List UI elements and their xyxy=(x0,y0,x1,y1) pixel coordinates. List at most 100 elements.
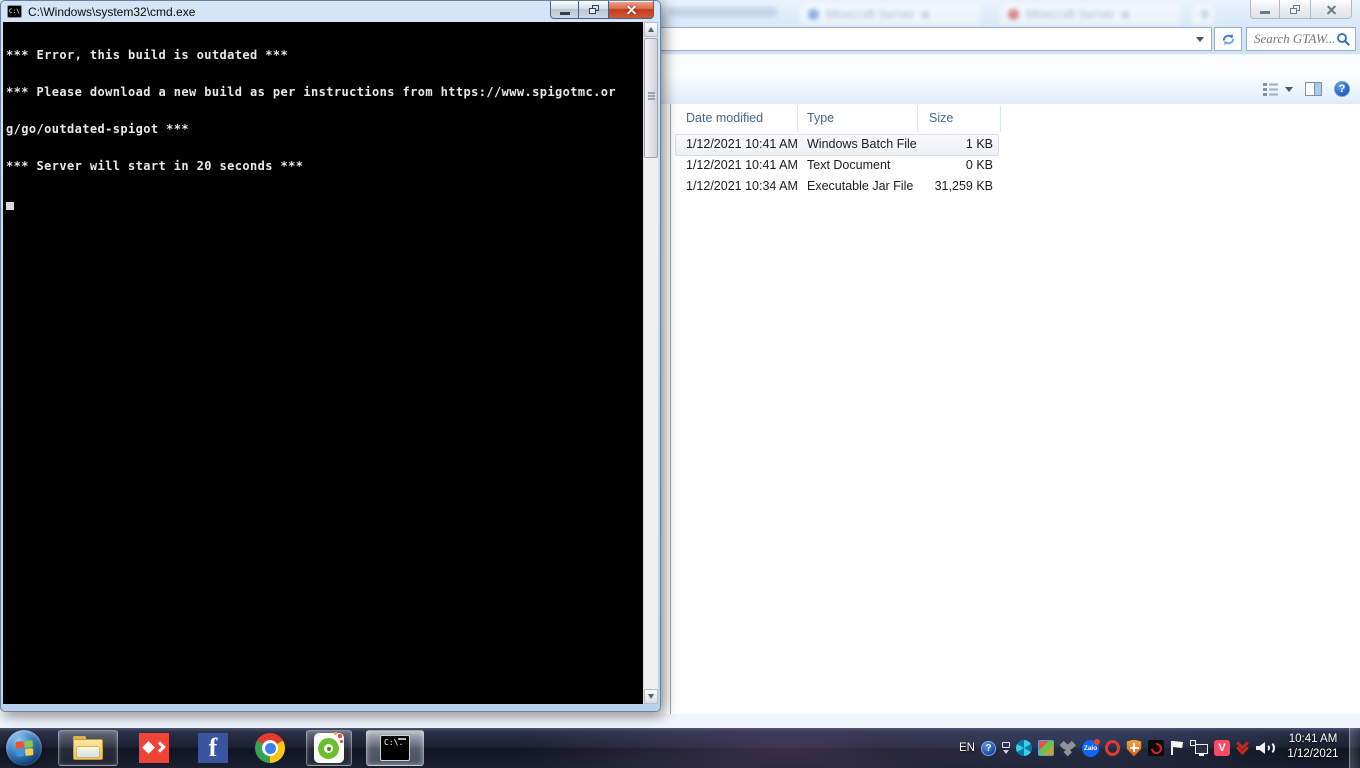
column-header-size[interactable]: Size xyxy=(929,111,953,125)
cmd-window: C:\. C:\Windows\system32\cmd.exe *** Err… xyxy=(0,0,661,712)
search-icon[interactable] xyxy=(1336,32,1350,46)
v-logo-text: V xyxy=(1218,742,1226,754)
taskbar-pinned-facebook[interactable]: f xyxy=(197,732,229,764)
minimize-button[interactable] xyxy=(1250,0,1280,19)
action-center-flag-icon[interactable] xyxy=(1170,740,1184,756)
game-app-tray-icon[interactable] xyxy=(1038,740,1054,756)
address-dropdown-button[interactable] xyxy=(1189,28,1211,50)
cmd-icon: C:\. xyxy=(380,735,410,761)
console-line: *** Please download a new build as per i… xyxy=(6,85,616,100)
restore-button[interactable] xyxy=(1280,0,1310,19)
zalo-logo-text: Zalo xyxy=(1083,744,1098,752)
search-box[interactable] xyxy=(1246,27,1356,51)
preview-pane-button[interactable] xyxy=(1305,82,1322,96)
cmd-window-title: C:\Windows\system32\cmd.exe xyxy=(28,4,196,19)
cmd-console[interactable]: *** Error, this build is outdated *** **… xyxy=(3,22,658,704)
zalo-tray-icon[interactable]: Zalo xyxy=(1082,738,1100,757)
console-output: *** Error, this build is outdated *** **… xyxy=(3,22,643,704)
garena-tray-icon[interactable] xyxy=(1148,740,1164,756)
restore-button[interactable] xyxy=(579,1,608,19)
cmd-icon: C:\. xyxy=(7,5,22,18)
question-mark-icon: ? xyxy=(985,742,992,754)
file-size: 0 KB xyxy=(965,158,993,172)
antivirus-shield-tray-icon[interactable] xyxy=(1126,739,1142,757)
opera-tray-icon[interactable] xyxy=(1105,740,1120,756)
taskbar-clock[interactable]: 10:41 AM 1/12/2021 xyxy=(1280,732,1346,762)
arrow-up-icon xyxy=(648,27,654,32)
chevron-down-icon xyxy=(1196,36,1204,42)
close-button[interactable] xyxy=(1310,0,1352,19)
change-view-button[interactable] xyxy=(1262,82,1293,97)
restore-icon xyxy=(1290,4,1300,14)
network-tray-icon[interactable] xyxy=(1190,740,1208,756)
thumb-grip-icon xyxy=(648,92,655,94)
view-list-icon xyxy=(1263,82,1278,96)
taskbar-pinned-red-media-app[interactable] xyxy=(138,732,170,764)
column-separator[interactable] xyxy=(917,106,918,132)
scrollbar-thumb[interactable] xyxy=(644,38,658,158)
scroll-down-button[interactable] xyxy=(644,689,658,704)
minimize-icon xyxy=(559,11,570,15)
table-row[interactable]: 1/12/2021 10:34 AM Executable Jar File 3… xyxy=(671,176,1360,197)
help-icon: ? xyxy=(1338,83,1346,95)
volume-icon[interactable] xyxy=(1256,740,1275,756)
language-indicator[interactable]: EN xyxy=(959,742,975,754)
close-icon xyxy=(626,4,637,15)
column-header-date-modified[interactable]: Date modified xyxy=(686,111,763,125)
red-chevron-app-tray-icon[interactable] xyxy=(1236,737,1250,756)
column-separator[interactable] xyxy=(1000,106,1001,132)
cmd-scrollbar[interactable] xyxy=(643,22,658,704)
show-desktop-button[interactable] xyxy=(1349,728,1360,768)
restore-icon xyxy=(588,5,599,14)
file-date: 1/12/2021 10:41 AM xyxy=(686,158,798,172)
column-header-type[interactable]: Type xyxy=(807,111,834,125)
file-date: 1/12/2021 10:41 AM xyxy=(686,137,798,151)
notification-dot xyxy=(1094,738,1100,745)
explorer-caption-buttons xyxy=(1250,0,1352,19)
desktop: Minecraft Server Minecraft Server Search… xyxy=(0,0,1360,768)
window-icon xyxy=(1002,742,1010,748)
file-list: 1/12/2021 10:41 AM Windows Batch File 1 … xyxy=(671,134,1360,197)
help-tray-icon[interactable]: ? xyxy=(981,740,996,756)
coccoc-browser-icon xyxy=(314,732,344,763)
tab-favicon-red xyxy=(1008,8,1019,20)
start-button[interactable] xyxy=(6,730,42,766)
system-tray: EN ? Zalo V xyxy=(959,728,1275,768)
tab-close-icon xyxy=(1121,10,1130,19)
refresh-icon xyxy=(1222,33,1234,45)
explorer-footer xyxy=(0,714,1360,728)
taskbar-button-cmd-active[interactable]: C:\. xyxy=(366,730,424,766)
taskbar-button-coccoc-browser[interactable] xyxy=(306,730,352,766)
tab-favicon-blue xyxy=(808,8,819,20)
plus-icon xyxy=(1200,9,1209,19)
new-tab-button xyxy=(1192,3,1214,25)
close-button[interactable] xyxy=(608,1,654,19)
v-app-tray-icon[interactable]: V xyxy=(1214,740,1230,756)
minimize-button[interactable] xyxy=(550,1,579,19)
help-button[interactable]: ? xyxy=(1334,81,1350,97)
fan-utility-tray-icon[interactable] xyxy=(1016,740,1032,756)
file-type: Executable Jar File xyxy=(807,179,914,193)
file-size: 1 KB xyxy=(965,137,993,151)
browser-tab-1: Minecraft Server xyxy=(800,3,980,25)
show-hidden-icons-button[interactable] xyxy=(1002,742,1010,754)
file-date: 1/12/2021 10:34 AM xyxy=(686,179,798,193)
table-row[interactable]: 1/12/2021 10:41 AM Text Document 0 KB xyxy=(671,155,1360,176)
console-line: *** Error, this build is outdated *** xyxy=(6,47,289,62)
folder-icon xyxy=(73,736,103,760)
file-size: 31,259 KB xyxy=(934,179,993,193)
close-icon xyxy=(1326,4,1337,15)
dropbox-tray-icon[interactable] xyxy=(1059,740,1076,756)
chrome-icon xyxy=(255,733,285,763)
refresh-button[interactable] xyxy=(1214,27,1242,51)
column-separator[interactable] xyxy=(797,106,798,132)
clock-time: 10:41 AM xyxy=(1288,733,1338,745)
taskbar-button-explorer[interactable] xyxy=(58,730,118,766)
taskbar-pinned-chrome[interactable] xyxy=(254,732,286,764)
scroll-up-button[interactable] xyxy=(644,22,658,37)
search-input[interactable] xyxy=(1247,31,1336,47)
console-line: *** Server will start in 20 seconds *** xyxy=(6,159,304,174)
chevron-down-icon xyxy=(1285,86,1293,92)
red-diamond-arrow-icon xyxy=(139,733,169,763)
table-row[interactable]: 1/12/2021 10:41 AM Windows Batch File 1 … xyxy=(671,134,1360,156)
